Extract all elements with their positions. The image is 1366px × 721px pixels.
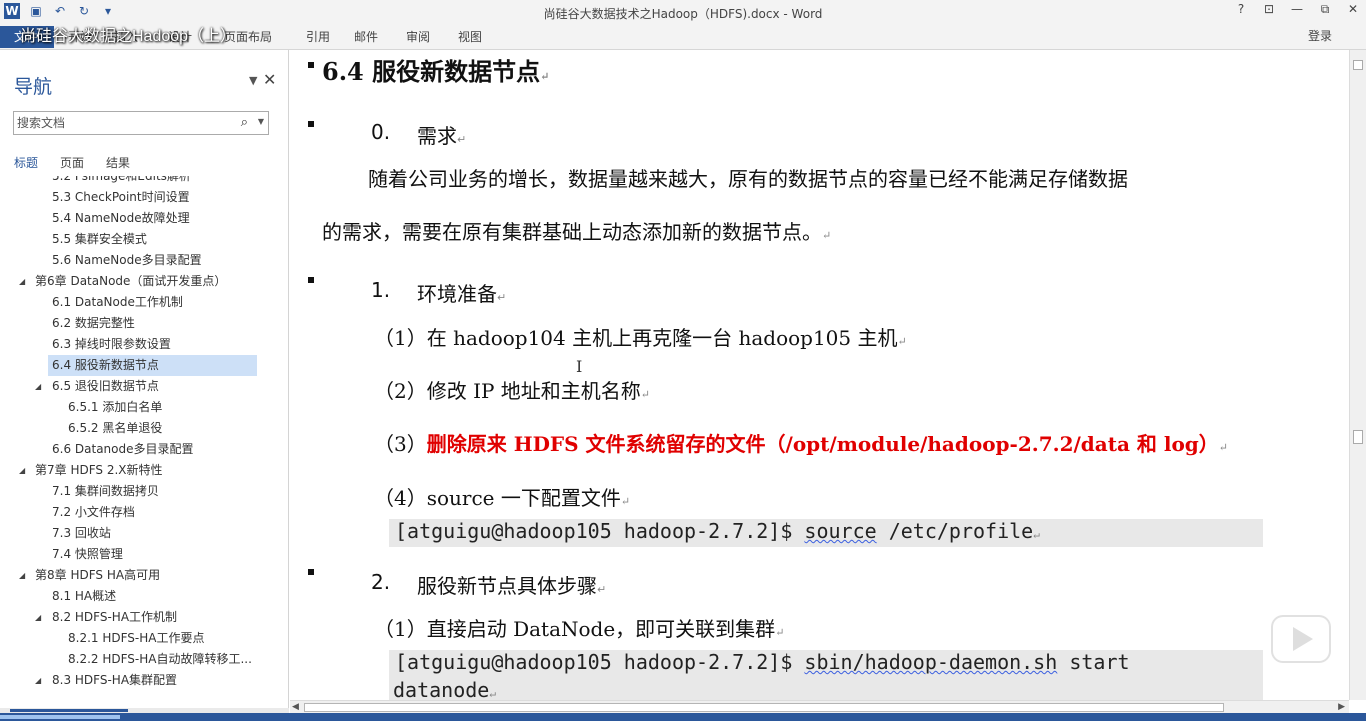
nav-heading-item[interactable]: 7.2 小文件存档	[52, 502, 135, 523]
document-area[interactable]: 6.4 服役新数据节点↵ 0. 需求↵ 随着公司业务的增长，数据量越来越大，原有…	[290, 50, 1349, 700]
horizontal-scrollbar[interactable]: ◀ ▶	[290, 700, 1349, 713]
search-dropdown-icon[interactable]: ▼	[258, 117, 264, 126]
nav-heading-item[interactable]: 第6章 DataNode（面试开发重点）	[35, 271, 226, 292]
section-number: 1.	[371, 278, 391, 302]
vertical-scrollbar[interactable]	[1349, 50, 1366, 700]
step-text: （1）在 hadoop104 主机上再克隆一台 hadoop105 主机↵	[374, 326, 907, 350]
nav-heading-item[interactable]: 7.1 集群间数据拷贝	[52, 481, 159, 502]
help-icon[interactable]: ?	[1232, 2, 1250, 17]
expand-triangle-icon[interactable]: ◢	[35, 670, 41, 691]
nav-heading-item[interactable]: 6.5 退役旧数据节点	[52, 376, 159, 397]
tab-review[interactable]: 审阅	[406, 26, 458, 48]
section-title: 服役新节点具体步骤↵	[417, 574, 607, 598]
bullet-marker	[308, 62, 314, 68]
nav-options-icon[interactable]: ▼	[249, 74, 257, 87]
status-bar	[0, 713, 1366, 721]
nav-heading-item[interactable]: 7.4 快照管理	[52, 544, 123, 565]
nav-heading-item[interactable]: 5.2 Fsimage和Edits解析	[52, 176, 191, 187]
window-controls: ? ⊡ — ⧉ ✕	[1232, 2, 1362, 17]
minimize-icon[interactable]: —	[1288, 2, 1306, 17]
expand-triangle-icon[interactable]: ◢	[35, 607, 41, 628]
code-line: datanode↵	[393, 678, 496, 700]
nav-heading-item[interactable]: 8.3 HDFS-HA集群配置	[52, 670, 177, 691]
sign-in-link[interactable]: 登录	[1308, 27, 1332, 44]
expand-triangle-icon[interactable]: ◢	[19, 271, 25, 292]
close-icon[interactable]: ✕	[1344, 2, 1362, 17]
bullet-marker	[308, 277, 314, 283]
section-number: 0.	[371, 120, 391, 144]
code-line: [atguigu@hadoop105 hadoop-2.7.2]$ source…	[395, 519, 1040, 543]
nav-heading-item[interactable]: 6.6 Datanode多目录配置	[52, 439, 194, 460]
document-title: 尚硅谷大数据技术之Hadoop（HDFS).docx - Word	[543, 7, 823, 21]
tab-pages[interactable]: 页面	[60, 154, 84, 171]
tab-references[interactable]: 引用	[298, 26, 352, 48]
nav-heading-item[interactable]: 8.2.2 HDFS-HA自动故障转移工...	[68, 649, 252, 670]
step-text: （2）修改 IP 地址和主机名称↵	[374, 379, 651, 403]
step-text: （3）删除原来 HDFS 文件系统留存的文件（/opt/module/hadoo…	[374, 432, 1229, 456]
tab-results[interactable]: 结果	[106, 154, 130, 171]
nav-heading-item[interactable]: 第8章 HDFS HA高可用	[35, 565, 160, 586]
text-cursor-icon: I	[576, 357, 583, 376]
nav-close-icon[interactable]: ✕	[263, 70, 276, 89]
tab-mailings[interactable]: 邮件	[352, 26, 406, 48]
section-heading: 6.4 服役新数据节点↵	[322, 57, 550, 86]
section-title: 需求↵	[417, 124, 467, 148]
nav-heading-item[interactable]: 6.5.2 黑名单退役	[68, 418, 162, 439]
navigation-pane: 导航 ▼ ✕ ⌕ ▼ 标题 页面 结果 5.2 Fsimage和Edits解析5…	[0, 50, 289, 713]
bullet-marker	[308, 121, 314, 127]
video-overlay-title: 尚硅谷大数据之Hadoop（上）	[20, 28, 237, 45]
section-title: 环境准备↵	[417, 282, 507, 306]
nav-heading-item[interactable]: 6.2 数据完整性	[52, 313, 135, 334]
paragraph-line: 的需求，需要在原有集群基础上动态添加新的数据节点。↵	[322, 220, 832, 244]
nav-heading-item[interactable]: 8.1 HA概述	[52, 586, 116, 607]
scroll-left-icon[interactable]: ◀	[292, 702, 299, 712]
search-input[interactable]	[14, 112, 214, 134]
expand-triangle-icon[interactable]: ◢	[19, 460, 25, 481]
nav-heading-item[interactable]: 5.6 NameNode多目录配置	[52, 250, 202, 271]
nav-heading-item[interactable]: 第7章 HDFS 2.X新特性	[35, 460, 163, 481]
nav-tabs: 标题 页面 结果	[14, 154, 130, 171]
paragraph-line: 随着公司业务的增长，数据量越来越大，原有的数据节点的容量已经不能满足存储数据	[368, 167, 1128, 191]
tab-headings[interactable]: 标题	[14, 154, 38, 171]
restore-icon[interactable]: ⧉	[1316, 2, 1334, 17]
code-line: [atguigu@hadoop105 hadoop-2.7.2]$ sbin/h…	[395, 650, 1130, 674]
nav-heading-item[interactable]: 5.4 NameNode故障处理	[52, 208, 190, 229]
nav-search-box: ⌕ ▼	[13, 111, 269, 135]
nav-title: 导航	[14, 76, 53, 98]
expand-triangle-icon[interactable]: ◢	[35, 376, 41, 397]
tab-view[interactable]: 视图	[458, 26, 508, 48]
step-text: （4）source 一下配置文件↵	[374, 486, 631, 510]
nav-heading-item[interactable]: 6.1 DataNode工作机制	[52, 292, 183, 313]
nav-heading-item[interactable]: 6.4 服役新数据节点	[52, 355, 159, 376]
heading-tree: 5.2 Fsimage和Edits解析 5.3 CheckPoint时间设置 5.4…	[0, 176, 289, 700]
bullet-marker	[308, 569, 314, 575]
nav-heading-item[interactable]: 6.5.1 添加白名单	[68, 397, 162, 418]
nav-heading-item[interactable]: 5.5 集群安全模式	[52, 229, 147, 250]
search-icon[interactable]: ⌕	[241, 115, 248, 130]
step-text: （1）直接启动 DataNode，即可关联到集群↵	[374, 617, 785, 641]
nav-heading-item[interactable]: 7.3 回收站	[52, 523, 111, 544]
scroll-up-icon[interactable]	[1353, 60, 1363, 70]
nav-heading-item[interactable]: 5.3 CheckPoint时间设置	[52, 187, 190, 208]
expand-triangle-icon[interactable]: ◢	[19, 565, 25, 586]
nav-heading-item[interactable]: 8.2 HDFS-HA工作机制	[52, 607, 177, 628]
nav-heading-item[interactable]: 6.3 掉线时限参数设置	[52, 334, 171, 355]
scroll-thumb[interactable]	[304, 703, 1224, 712]
play-icon[interactable]	[1271, 615, 1331, 663]
ribbon-display-icon[interactable]: ⊡	[1260, 2, 1278, 17]
scroll-thumb[interactable]	[1353, 430, 1363, 444]
video-progress-bar[interactable]	[0, 715, 120, 719]
nav-heading-item[interactable]: 8.2.1 HDFS-HA工作要点	[68, 628, 204, 649]
section-number: 2.	[371, 570, 391, 594]
scroll-right-icon[interactable]: ▶	[1338, 702, 1345, 712]
